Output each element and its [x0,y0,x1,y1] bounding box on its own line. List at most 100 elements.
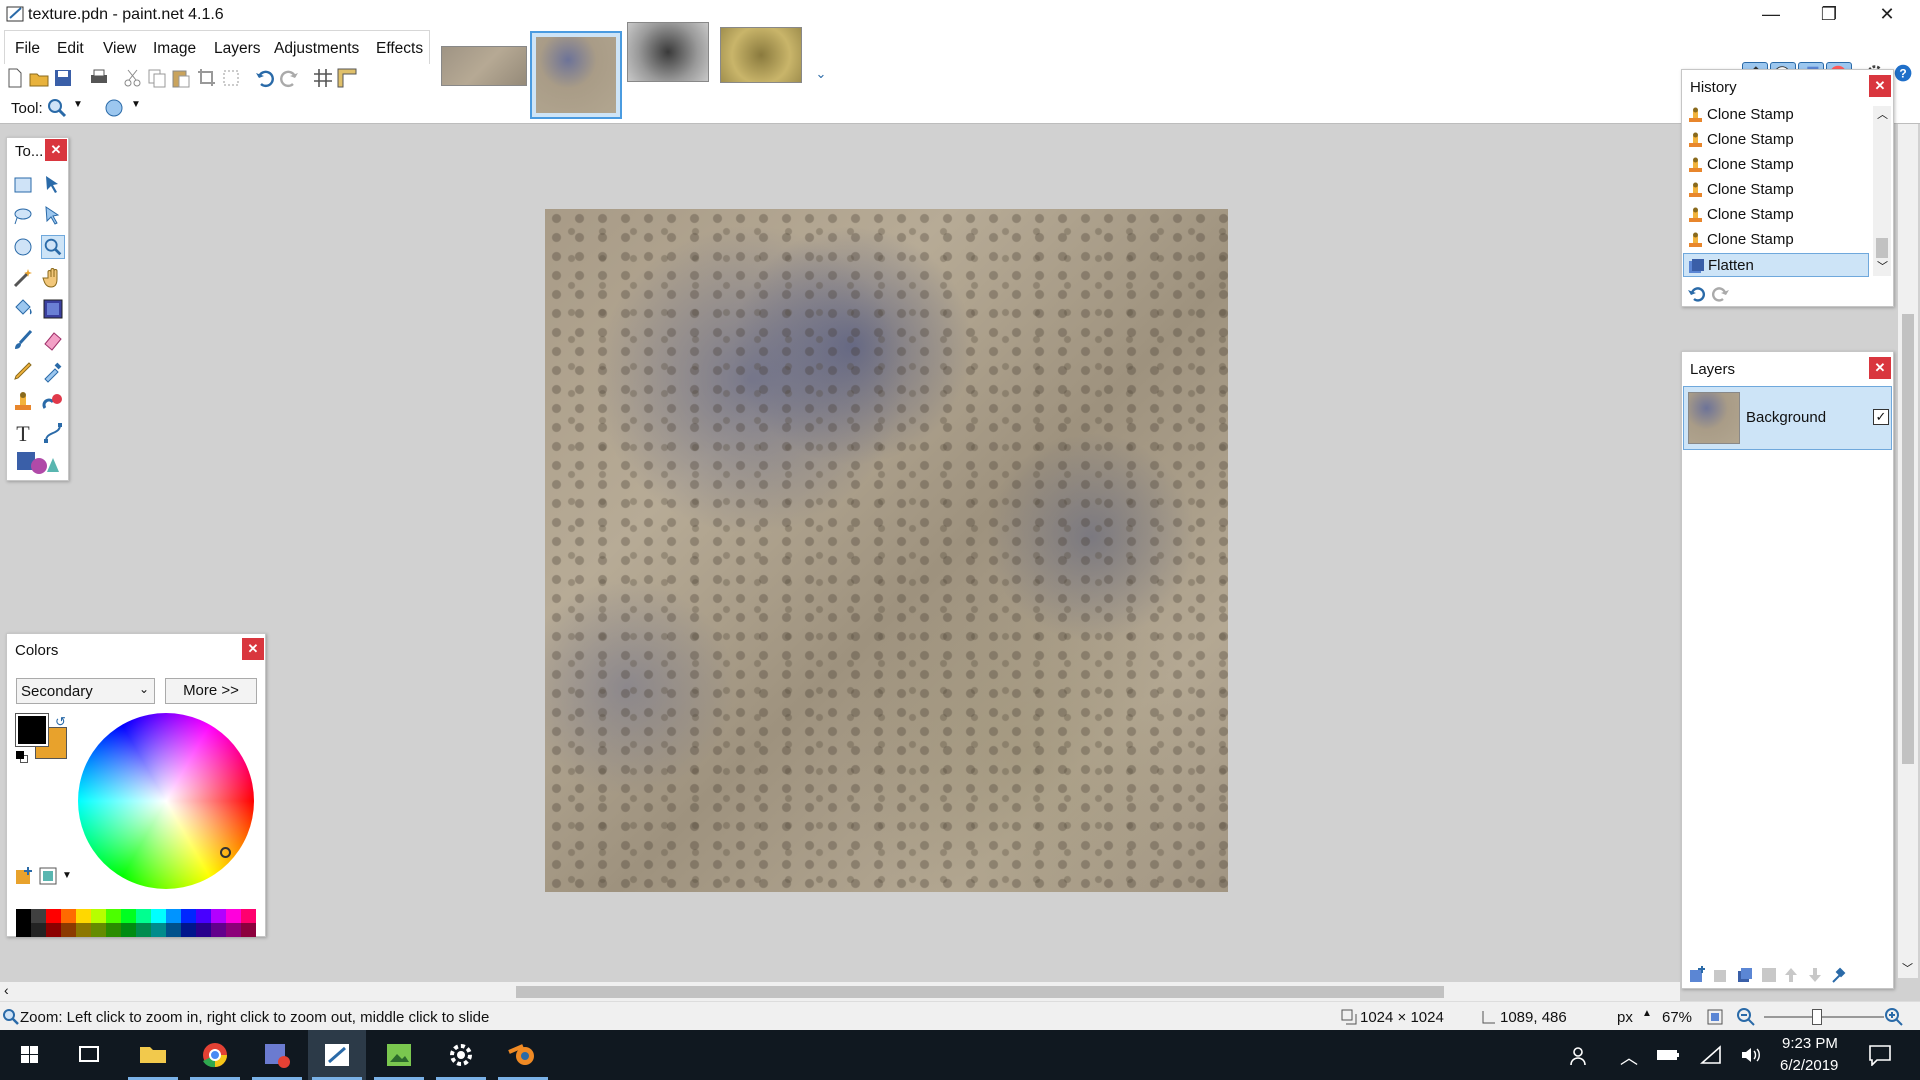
palette-swatch[interactable] [241,909,256,923]
move-layer-up-icon[interactable] [1782,966,1800,984]
chevron-down-icon[interactable]: ▼ [62,870,72,881]
deselect-icon[interactable] [220,67,242,89]
pan-hand-icon[interactable] [41,266,65,290]
zoom-to-window-icon[interactable] [1706,1008,1724,1026]
grid-icon[interactable] [312,67,334,89]
horizontal-scroll-thumb[interactable] [516,986,1444,998]
taskbar-time[interactable]: 9:23 PM [1782,1035,1838,1052]
palette-swatch[interactable] [166,909,181,923]
palette-swatch[interactable] [226,909,241,923]
help-icon[interactable]: ? [1892,62,1918,88]
shapes-icon[interactable] [15,450,59,476]
image-editor-icon[interactable] [370,1030,428,1080]
recolor-icon[interactable] [41,390,65,414]
delete-layer-icon[interactable] [1712,966,1730,984]
palette-swatch[interactable] [181,923,196,937]
paste-icon[interactable] [170,67,192,89]
new-icon[interactable] [4,67,26,89]
close-button[interactable]: ✕ [1858,0,1916,30]
zoom-in-icon[interactable] [1884,1007,1904,1027]
zoom-tool-selector-icon[interactable] [46,97,68,119]
palette-swatch[interactable] [121,923,136,937]
gradient-icon[interactable] [41,297,65,321]
palette-swatch[interactable] [16,909,31,923]
chevron-down-icon[interactable]: ⌄ [812,66,830,84]
chevron-down-icon[interactable]: ▼ [131,99,141,110]
magic-wand-icon[interactable] [11,266,35,290]
palette-swatch[interactable] [241,923,256,937]
selection-mode-icon[interactable] [103,97,125,119]
settings-icon[interactable] [432,1030,490,1080]
palette-swatch[interactable] [121,909,136,923]
vertical-scrollbar[interactable]: ﹀ [1898,124,1918,978]
zoom-icon[interactable] [41,235,65,259]
palette-swatch[interactable] [151,923,166,937]
chevron-down-icon[interactable]: ﹀ [1877,258,1888,274]
chevron-left-icon[interactable]: ‹ [4,982,9,998]
palette-swatch[interactable] [136,909,151,923]
blender-icon[interactable] [494,1030,552,1080]
palette-swatch[interactable] [16,923,31,937]
paintnet-taskbar-icon[interactable] [308,1030,366,1080]
file-explorer-icon[interactable] [124,1030,182,1080]
lasso-select-icon[interactable] [11,204,35,228]
menu-effects[interactable]: Effects [376,40,423,58]
colors-panel-close-button[interactable]: ✕ [242,638,264,660]
duplicate-layer-icon[interactable] [1736,966,1754,984]
image-tab-3[interactable] [627,22,709,82]
menu-file[interactable]: File [15,40,40,58]
vertical-scroll-thumb[interactable] [1902,314,1914,764]
notifications-icon[interactable] [1868,1044,1892,1066]
menu-view[interactable]: View [103,40,136,58]
history-item[interactable]: Flatten [1683,253,1869,277]
image-tab-active[interactable] [530,31,622,119]
layer-properties-icon[interactable] [1830,966,1848,984]
color-mode-select[interactable]: Secondary ⌄ [16,678,155,704]
menu-adjustments[interactable]: Adjustments [274,40,359,58]
copy-icon[interactable] [146,67,168,89]
primary-color-swatch[interactable] [15,713,49,747]
people-icon[interactable] [1568,1045,1590,1067]
palette-swatch[interactable] [211,923,226,937]
task-view-icon[interactable] [60,1030,118,1080]
volume-icon[interactable] [1740,1045,1762,1065]
print-icon[interactable] [88,67,110,89]
image-tab-4[interactable] [720,27,802,83]
menu-layers[interactable]: Layers [214,40,261,58]
redo-icon[interactable] [1710,285,1730,303]
layer-visibility-checkbox[interactable]: ✓ [1873,409,1889,425]
color-wheel[interactable] [78,713,254,889]
rectangle-select-icon[interactable] [11,173,35,197]
palette-swatch[interactable] [91,923,106,937]
palette-swatch[interactable] [61,923,76,937]
redo-icon[interactable] [278,67,300,89]
zoom-level[interactable]: 67% [1662,1009,1692,1026]
palette-swatch[interactable] [196,909,211,923]
swap-colors-icon[interactable]: ↺ [55,714,66,730]
wifi-icon[interactable] [1700,1045,1722,1065]
history-item[interactable]: Clone Stamp [1683,103,1869,127]
move-selected-icon[interactable] [41,204,65,228]
merge-layer-icon[interactable] [1760,966,1778,984]
palette-swatch[interactable] [106,923,121,937]
chevron-up-icon[interactable]: ︿ [1877,106,1888,122]
save-icon[interactable] [52,67,74,89]
line-curve-icon[interactable] [41,421,65,445]
cut-icon[interactable] [122,67,144,89]
image-tab-1[interactable] [441,46,527,86]
move-layer-down-icon[interactable] [1806,966,1824,984]
history-item[interactable]: Clone Stamp [1683,203,1869,227]
more-colors-button[interactable]: More >> [165,678,257,704]
palette-swatch[interactable] [91,909,106,923]
palette-swatch[interactable] [166,923,181,937]
chrome-icon[interactable] [186,1030,244,1080]
history-panel-close-button[interactable]: ✕ [1869,75,1891,97]
paint-bucket-icon[interactable] [11,297,35,321]
snipping-tool-icon[interactable] [248,1030,306,1080]
horizontal-scrollbar[interactable]: ‹ [0,982,1680,1001]
menu-image[interactable]: Image [153,40,196,58]
open-icon[interactable] [28,67,50,89]
start-button[interactable] [0,1030,58,1080]
palette-swatch[interactable] [46,923,61,937]
history-item[interactable]: Clone Stamp [1683,228,1869,252]
